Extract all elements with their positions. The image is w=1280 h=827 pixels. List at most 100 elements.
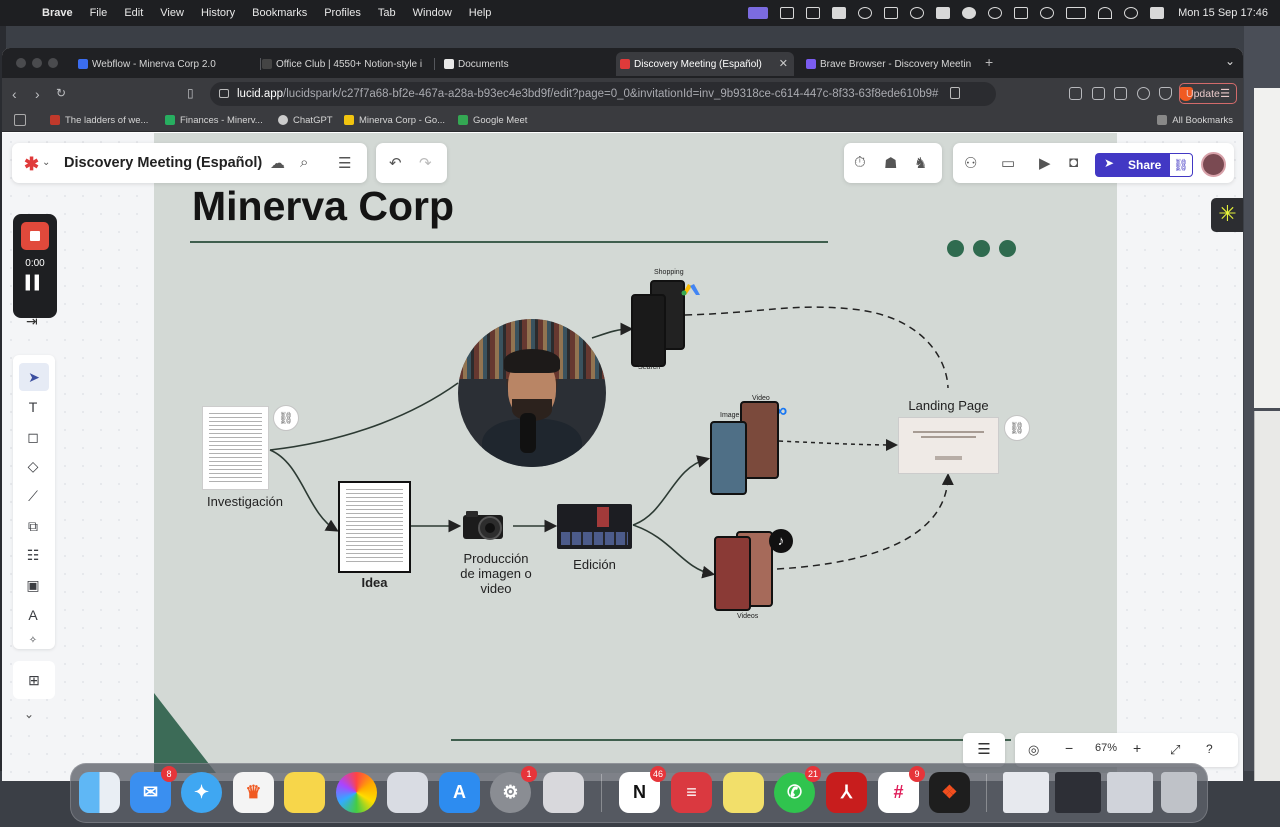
status-icon-f[interactable] [962,7,977,19]
forward-icon[interactable]: › [35,86,40,102]
wifi-icon[interactable] [1098,7,1113,19]
outline-list-icon[interactable]: ☰ [963,733,1005,767]
bookmark-item[interactable]: Google Meet [458,115,527,126]
battery-icon[interactable] [1066,7,1087,19]
calendar-status-icon[interactable] [1014,7,1029,19]
screen-record-status-icon[interactable] [748,7,769,19]
exit-icon[interactable]: ⇥ [26,313,38,330]
menu-bookmarks[interactable]: Bookmarks [252,7,307,19]
collaborators-icon[interactable]: ♞ [914,154,927,172]
control-center-icon[interactable] [1150,7,1165,19]
search-icon[interactable]: ⌕ [300,154,308,171]
add-integration-icon[interactable]: ⊞ [13,661,55,699]
status-icon-a[interactable] [780,7,795,19]
copy-link-button[interactable]: ⛓ [1169,153,1193,177]
notes-icon[interactable] [284,772,325,813]
menu-view[interactable]: View [160,7,184,19]
close-tab-icon[interactable]: ✕ [779,57,788,70]
status-icon-e[interactable] [910,7,925,19]
document-title[interactable]: Discovery Meeting (Español) [64,155,262,171]
menu-file[interactable]: File [90,7,108,19]
tab-brave-discovery[interactable]: Brave Browser - Discovery Meetin [802,52,972,76]
investigacion-document-image[interactable] [202,406,269,490]
image-tool-icon[interactable]: ▣ [23,575,43,595]
meta-image-phone-mockup[interactable] [710,421,747,495]
search-icon[interactable] [1124,7,1139,19]
frame-tool-icon[interactable]: ⧉ [23,516,43,536]
play-status-icon[interactable] [1040,7,1055,19]
tab-documents[interactable]: Documents [440,52,610,76]
zoom-window-icon[interactable] [48,58,58,68]
acrobat-icon[interactable]: ⅄ [826,772,867,813]
mail-icon[interactable]: ✉ 8 [130,766,177,813]
new-tab-icon[interactable]: + [985,54,993,70]
menu-profiles[interactable]: Profiles [324,7,361,19]
tab-office-club[interactable]: Office Club | 4550+ Notion-style i [258,52,428,76]
url-bar[interactable]: lucid.app/lucidspark/c27f7a68-bf2e-467a-… [210,82,1193,106]
app-store-icon[interactable]: A [439,772,480,813]
zoom-level[interactable]: 67% [1095,742,1117,754]
draw-tool-icon[interactable]: A [23,605,43,625]
safari-icon[interactable]: ✦ [181,772,222,813]
video-editor-screenshot[interactable] [557,504,632,549]
update-button[interactable]: Update ☰ [1179,83,1237,104]
undo-icon[interactable]: ↶ [389,154,402,172]
idea-document-image[interactable] [338,481,411,573]
lucid-logo-icon[interactable]: ✱ [24,154,39,175]
present-icon[interactable]: ▶ [1039,154,1051,172]
tab-webflow[interactable]: Webflow - Minerva Corp 2.0 [74,52,254,76]
tiktok-phone-mockup[interactable] [714,536,751,611]
select-tool-icon[interactable]: ➤ [19,363,49,391]
bookmark-item[interactable]: ChatGPT [278,115,333,126]
finder-icon[interactable] [79,772,120,813]
volume-icon[interactable] [806,7,821,19]
chevron-down-icon[interactable]: ⌄ [42,157,50,168]
navigation-icon[interactable]: ◎ [1028,742,1039,758]
zoom-in-icon[interactable]: + [1133,740,1141,756]
vpn-icon[interactable] [1159,87,1172,100]
launchpad-icon[interactable] [387,772,428,813]
cloud-saved-icon[interactable]: ☁ [270,154,285,172]
user-avatar[interactable] [1201,152,1226,177]
people-icon[interactable]: ⚇ [964,154,977,172]
bookmark-page-icon[interactable]: ▯ [187,86,194,100]
extensions-icon[interactable] [1069,87,1082,100]
notion-icon[interactable]: N 46 [619,766,666,813]
landing-page-screenshot[interactable] [898,417,999,474]
redo-icon[interactable]: ↷ [419,154,432,172]
timer-icon[interactable]: ⏱ [854,154,866,171]
menu-app-name[interactable]: Brave [42,7,73,19]
bookmark-item[interactable]: Finances - Minerv... [165,115,263,126]
site-settings-icon[interactable] [219,89,229,98]
whatsapp-icon[interactable]: ✆ 21 [774,766,821,813]
expressvpn-icon[interactable]: ≡ [671,772,712,813]
tab-search-chevron-icon[interactable]: ⌄ [1225,54,1235,68]
bookmark-item[interactable]: Minerva Corp - Go... [344,115,445,126]
system-settings-icon[interactable]: ⚙ 1 [490,766,537,813]
fit-to-screen-icon[interactable]: ⤢ [1170,742,1180,758]
menu-edit[interactable]: Edit [124,7,143,19]
hamburger-menu-icon[interactable]: ☰ [338,154,351,172]
camera-image[interactable] [462,509,512,543]
menu-tab[interactable]: Tab [378,7,396,19]
lucid-ai-icon[interactable]: ✳ [1211,198,1243,232]
webcam-video-bubble[interactable] [458,319,606,467]
line-tool-icon[interactable]: ⟋ [23,486,43,506]
status-icon-g[interactable] [988,7,1003,19]
pause-recording-icon[interactable]: ▍▍ [13,275,57,291]
bookmark-item[interactable]: The ladders of we... [50,115,148,126]
menu-history[interactable]: History [201,7,235,19]
chevron-down-icon[interactable]: ⌄ [24,707,34,721]
minimized-window-thumbnail[interactable] [1107,772,1153,813]
tab-discovery-meeting[interactable]: Discovery Meeting (Español) ✕ [616,52,794,76]
comments-icon[interactable]: ▭ [1001,154,1015,172]
menu-window[interactable]: Window [413,7,452,19]
notion-status-icon[interactable] [936,7,951,19]
downloads-icon[interactable] [1092,87,1105,100]
video-call-icon[interactable]: ◘ [1069,154,1078,171]
menu-help[interactable]: Help [469,7,492,19]
minimized-window-thumbnail[interactable] [1003,772,1049,813]
table-tool-icon[interactable]: ☷ [23,545,43,565]
close-window-icon[interactable] [16,58,26,68]
link-icon[interactable]: ⛓ [1004,415,1030,441]
